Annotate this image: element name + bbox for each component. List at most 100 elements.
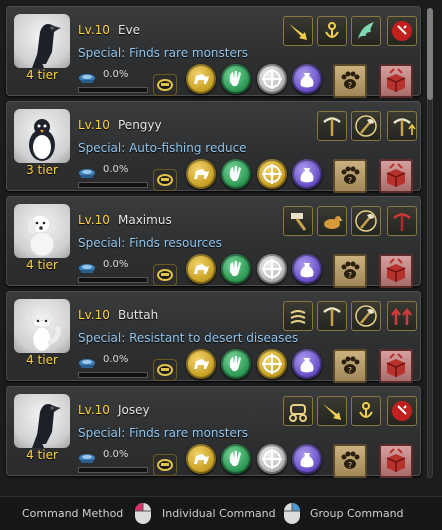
pet-special: Special: Finds rare monsters xyxy=(78,426,249,440)
pickaxe-skill-icon xyxy=(317,111,347,141)
feed-percent: 0.0% xyxy=(103,259,129,270)
feed-progress-bar xyxy=(78,372,148,378)
pet-special: Special: Finds rare monsters xyxy=(78,46,249,60)
gather-command-icon[interactable] xyxy=(221,444,251,474)
wing-skill-icon xyxy=(351,16,381,46)
feed-progress-bar xyxy=(78,277,148,283)
axe-skill-icon xyxy=(351,111,381,141)
loot-command-icon[interactable] xyxy=(292,349,322,379)
pet-info-button[interactable]: ? xyxy=(333,444,367,478)
red-pickaxe-skill-icon xyxy=(387,206,417,236)
pet-info-button[interactable]: ? xyxy=(333,159,367,193)
pet-special: Special: Auto-fishing reduce xyxy=(78,141,247,155)
feed-button[interactable] xyxy=(153,74,177,96)
follow-command-icon[interactable] xyxy=(186,64,216,94)
feed-bowl-icon xyxy=(78,260,96,273)
feed-bowl-icon xyxy=(78,70,96,83)
red-alert-skill-icon xyxy=(387,16,417,46)
seal-pet-button[interactable] xyxy=(379,444,413,478)
pet-name: Eve xyxy=(118,23,141,37)
pet-name: Pengyy xyxy=(118,118,162,132)
feed-bowl-icon xyxy=(78,450,96,463)
feed-percent: 0.0% xyxy=(103,69,129,80)
pet-name: Maximus xyxy=(118,213,172,227)
feed-percent: 0.0% xyxy=(103,164,129,175)
pet-card[interactable]: 4 tier Lv.10 Maximus Special: Finds reso… xyxy=(6,196,421,288)
pet-tier: 4 tier xyxy=(26,448,58,462)
red-alert-skill-icon xyxy=(387,396,417,426)
swoop-skill-icon xyxy=(283,16,313,46)
follow-command-icon[interactable] xyxy=(186,159,216,189)
targeting-command-icon[interactable] xyxy=(257,444,287,474)
right-mouse-icon xyxy=(283,502,301,525)
bird-skill-icon xyxy=(317,206,347,236)
pet-name: Josey xyxy=(118,403,150,417)
pet-special: Special: Finds resources xyxy=(78,236,222,250)
pickaxe-up-skill-icon xyxy=(387,111,417,141)
grab-skill-icon xyxy=(351,396,381,426)
penguin-portrait xyxy=(14,109,70,163)
pet-tier: 4 tier xyxy=(26,258,58,272)
feed-button[interactable] xyxy=(153,169,177,191)
individual-command-label: Individual Command xyxy=(162,507,276,520)
feed-progress-bar xyxy=(78,87,148,93)
red-arrows-skill-icon xyxy=(387,301,417,331)
pet-card[interactable]: 4 tier Lv.10 Eve Special: Finds rare mon… xyxy=(6,6,421,98)
gather-command-icon[interactable] xyxy=(221,159,251,189)
scrollbar[interactable] xyxy=(427,8,433,478)
loot-command-icon[interactable] xyxy=(292,444,322,474)
pet-level: Lv.10 xyxy=(78,403,110,417)
pickaxe-skill-icon xyxy=(317,301,347,331)
svg-text:?: ? xyxy=(348,366,352,375)
seal-pet-button[interactable] xyxy=(379,64,413,98)
targeting-command-icon[interactable] xyxy=(257,349,287,379)
pet-level: Lv.10 xyxy=(78,23,110,37)
axe-skill-icon xyxy=(351,301,381,331)
pet-info-button[interactable]: ? xyxy=(333,254,367,288)
pet-tier: 3 tier xyxy=(26,163,58,177)
feed-bowl-icon xyxy=(78,165,96,178)
feed-progress-bar xyxy=(78,467,148,473)
pet-level: Lv.10 xyxy=(78,213,110,227)
follow-command-icon[interactable] xyxy=(186,254,216,284)
pet-card[interactable]: 4 tier Lv.10 Josey Special: Finds rare m… xyxy=(6,386,421,478)
crow-portrait xyxy=(14,394,70,448)
gather-command-icon[interactable] xyxy=(221,349,251,379)
feed-percent: 0.0% xyxy=(103,354,129,365)
command-method-footer: Command Method Individual Command Group … xyxy=(0,496,442,530)
pet-card[interactable]: 3 tier Lv.10 Pengyy Special: Auto-fishin… xyxy=(6,101,421,193)
crow-portrait xyxy=(14,14,70,68)
carriage-skill-icon xyxy=(283,396,313,426)
feed-progress-bar xyxy=(78,182,148,188)
feed-button[interactable] xyxy=(153,359,177,381)
targeting-command-icon[interactable] xyxy=(257,64,287,94)
left-mouse-icon xyxy=(134,502,152,525)
feed-button[interactable] xyxy=(153,454,177,476)
pet-list: 4 tier Lv.10 Eve Special: Finds rare mon… xyxy=(6,6,421,481)
grab-skill-icon xyxy=(317,16,347,46)
fox-portrait xyxy=(14,299,70,353)
pet-level: Lv.10 xyxy=(78,118,110,132)
targeting-command-icon[interactable] xyxy=(257,254,287,284)
pet-info-button[interactable]: ? xyxy=(333,349,367,383)
loot-command-icon[interactable] xyxy=(292,254,322,284)
svg-text:?: ? xyxy=(348,176,352,185)
feed-bowl-icon xyxy=(78,355,96,368)
gather-command-icon[interactable] xyxy=(221,254,251,284)
targeting-command-icon[interactable] xyxy=(257,159,287,189)
follow-command-icon[interactable] xyxy=(186,444,216,474)
loot-command-icon[interactable] xyxy=(292,64,322,94)
pet-level: Lv.10 xyxy=(78,308,110,322)
command-method-label: Command Method xyxy=(22,507,124,520)
hammer-skill-icon xyxy=(283,206,313,236)
seal-pet-button[interactable] xyxy=(379,159,413,193)
feed-button[interactable] xyxy=(153,264,177,286)
pet-card[interactable]: 4 tier Lv.10 Buttah Special: Resistant t… xyxy=(6,291,421,383)
follow-command-icon[interactable] xyxy=(186,349,216,379)
seal-pet-button[interactable] xyxy=(379,349,413,383)
seal-pet-button[interactable] xyxy=(379,254,413,288)
gather-command-icon[interactable] xyxy=(221,64,251,94)
pet-info-button[interactable]: ? xyxy=(333,64,367,98)
scrollbar-thumb[interactable] xyxy=(427,8,433,100)
loot-command-icon[interactable] xyxy=(292,159,322,189)
